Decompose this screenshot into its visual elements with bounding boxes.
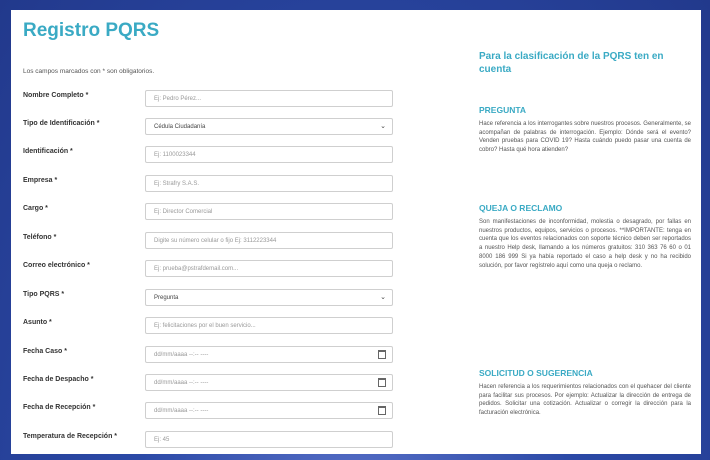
text-field[interactable]: Ej: felicitaciones por el buen servicio.… [145, 317, 393, 334]
field-value: dd/mm/aaaa --:-- ---- [154, 380, 209, 386]
form-row: Asunto * Ej: felicitaciones por el buen s… [23, 317, 393, 335]
calendar-icon[interactable] [378, 350, 386, 359]
required-note: Los campos marcados con * son obligatori… [23, 68, 155, 75]
field-label: Teléfono * [23, 234, 57, 241]
text-field[interactable]: Ej: Director Comercial [145, 203, 393, 220]
field-label: Cargo * [23, 205, 48, 212]
pqrs-card: Registro PQRS Los campos marcados con * … [11, 10, 701, 454]
form-row: Correo electrónico * Ej: prueba@pstrafdem… [23, 260, 393, 278]
section-title: SOLICITUD O SUGERENCIA [479, 368, 593, 378]
section-solicitud-sugerencia: SOLICITUD O SUGERENCIA Hacen referencia … [479, 368, 691, 418]
field-value: Ej: Pedro Pérez... [154, 96, 202, 102]
field-value: Ej: Director Comercial [154, 209, 213, 215]
field-label: Empresa * [23, 177, 58, 184]
field-label: Identificación * [23, 148, 73, 155]
calendar-icon[interactable] [378, 378, 386, 387]
form-row: Fecha Caso * dd/mm/aaaa --:-- ---- [23, 346, 393, 364]
select-field[interactable]: Pregunta ⌄ [145, 289, 393, 306]
form-row: Temperatura de Recepción * Ej: 45 [23, 431, 393, 449]
date-field[interactable]: dd/mm/aaaa --:-- ---- [145, 346, 393, 363]
field-label: Fecha de Recepción * [23, 404, 96, 411]
form-row: Empresa * Ej: Strafry S.A.S. [23, 175, 393, 193]
text-field[interactable]: Ej: 45 [145, 431, 393, 448]
section-queja-reclamo: QUEJA O RECLAMO Son manifestaciones de i… [479, 203, 691, 270]
section-body: Hace referencia a los interrogantes sobr… [479, 121, 691, 154]
section-body: Son manifestaciones de inconformidad, mo… [479, 219, 691, 269]
field-label: Tipo de Identificación * [23, 120, 100, 127]
form-row: Tipo de Identificación * Cédula Ciudadaní… [23, 118, 393, 136]
section-title: QUEJA O RECLAMO [479, 203, 563, 213]
field-label: Correo electrónico * [23, 262, 90, 269]
field-label: Nombre Completo * [23, 92, 89, 99]
section-body: Hacen referencia a los requerimientos re… [479, 384, 691, 417]
section-title: PREGUNTA [479, 105, 527, 115]
classification-sidebar: Para la clasificación de la PQRS ten en … [479, 50, 691, 416]
field-value: Ej: 45 [154, 437, 170, 443]
section-pregunta: PREGUNTA Hace referencia a los interroga… [479, 105, 691, 155]
text-field[interactable]: Ej: Pedro Pérez... [145, 90, 393, 107]
field-value: Digite su número celular o fijo Ej: 3112… [154, 238, 277, 244]
text-field[interactable]: Digite su número celular o fijo Ej: 3112… [145, 232, 393, 249]
field-label: Temperatura de Recepción * [23, 433, 118, 440]
text-field[interactable]: Ej: Strafry S.A.S. [145, 175, 393, 192]
field-label: Fecha Caso * [23, 348, 67, 355]
field-label: Tipo PQRS * [23, 291, 65, 298]
form-row: Cargo * Ej: Director Comercial [23, 203, 393, 221]
field-value: dd/mm/aaaa --:-- ---- [154, 408, 209, 414]
field-value: Ej: felicitaciones por el buen servicio.… [154, 323, 256, 329]
page-title: Registro PQRS [23, 20, 160, 41]
calendar-icon[interactable] [378, 406, 386, 415]
date-field[interactable]: dd/mm/aaaa --:-- ---- [145, 374, 393, 391]
form-row: Tipo PQRS * Pregunta ⌄ [23, 289, 393, 307]
form-row: Fecha de Recepción * dd/mm/aaaa --:-- ---… [23, 402, 393, 420]
field-value: Ej: Strafry S.A.S. [154, 181, 200, 187]
sidebar-heading: Para la clasificación de la PQRS ten en … [479, 51, 664, 75]
field-label: Fecha de Despacho * [23, 376, 94, 383]
text-field[interactable]: Ej: 1100023344 [145, 146, 393, 163]
chevron-down-icon: ⌄ [380, 123, 386, 130]
form-row: Fecha de Despacho * dd/mm/aaaa --:-- ---- [23, 374, 393, 392]
form-row: Nombre Completo * Ej: Pedro Pérez... [23, 90, 393, 108]
field-label: Asunto * [23, 319, 52, 326]
field-value: Cédula Ciudadanía [154, 124, 206, 130]
field-value: Pregunta [154, 295, 179, 301]
form-row: Teléfono * Digite su número celular o fij… [23, 232, 393, 250]
date-field[interactable]: dd/mm/aaaa --:-- ---- [145, 402, 393, 419]
select-field[interactable]: Cédula Ciudadanía ⌄ [145, 118, 393, 135]
form-row: Identificación * Ej: 1100023344 [23, 146, 393, 164]
text-field[interactable]: Ej: prueba@pstrafdemail.com... [145, 260, 393, 277]
chevron-down-icon: ⌄ [380, 294, 386, 301]
field-value: Ej: 1100023344 [154, 152, 196, 158]
field-value: Ej: prueba@pstrafdemail.com... [154, 266, 239, 272]
field-value: dd/mm/aaaa --:-- ---- [154, 352, 209, 358]
